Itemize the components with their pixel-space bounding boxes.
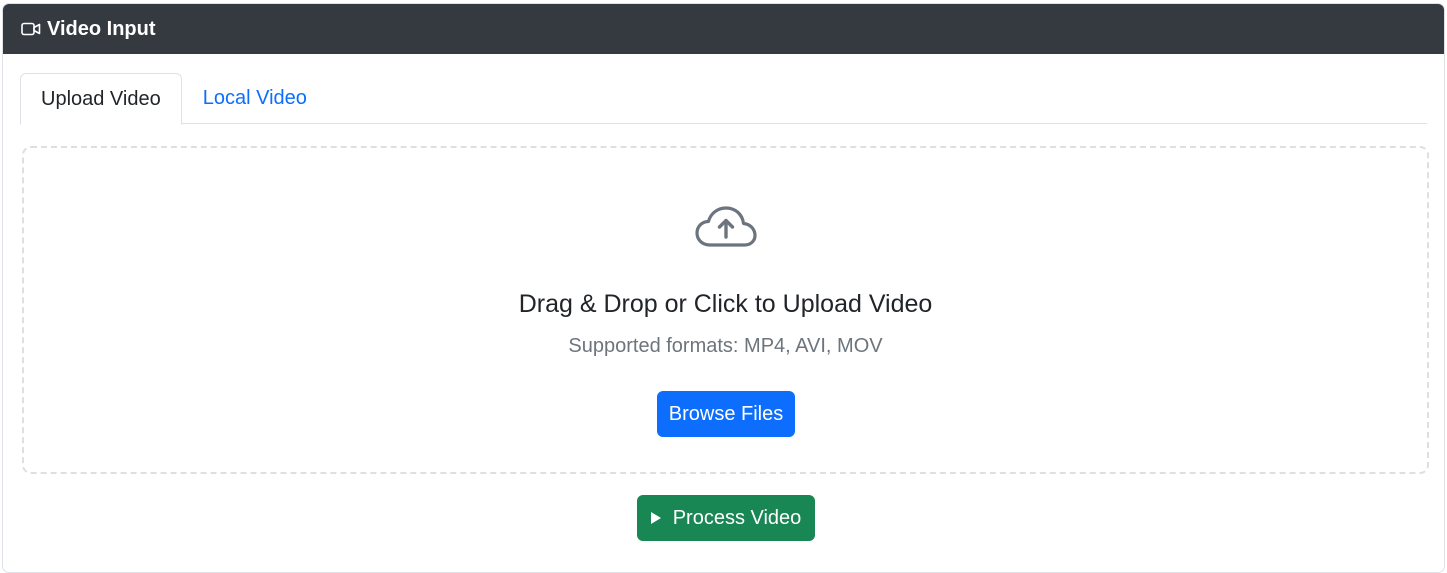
tab-local-video[interactable]: Local Video — [182, 73, 328, 124]
browse-files-button[interactable]: Browse Files — [657, 391, 795, 437]
video-camera-icon — [21, 21, 41, 37]
dropzone-title: Drag & Drop or Click to Upload Video — [518, 290, 933, 318]
dropzone-subtitle: Supported formats: MP4, AVI, MOV — [568, 335, 883, 357]
tab-upload-video[interactable]: Upload Video — [20, 73, 182, 125]
tab-bar: Upload Video Local Video — [20, 73, 1427, 125]
upload-dropzone[interactable]: Drag & Drop or Click to Upload Video Sup… — [22, 146, 1429, 474]
card-title: Video Input — [47, 17, 156, 40]
cloud-upload-icon — [694, 204, 758, 252]
card-header: Video Input — [3, 4, 1444, 54]
process-video-button[interactable]: Process Video — [637, 495, 815, 541]
play-icon — [650, 512, 661, 524]
video-input-card: Video Input Upload Video Local Video Dra… — [2, 3, 1445, 573]
card-body: Upload Video Local Video — [3, 73, 1444, 125]
process-video-label: Process Video — [672, 506, 802, 529]
